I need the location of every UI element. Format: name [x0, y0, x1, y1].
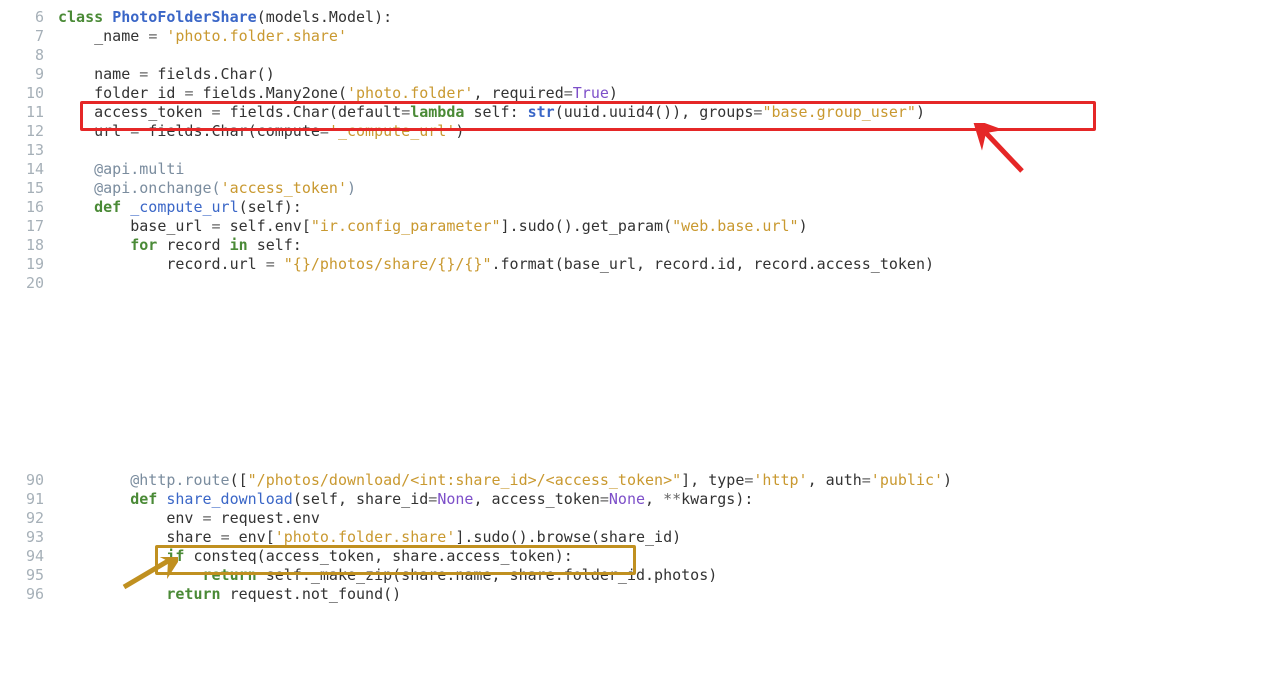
line-number: 91: [0, 490, 58, 509]
line-number: 18: [0, 236, 58, 255]
code-text: def share_download(self, share_id=None, …: [58, 490, 1284, 509]
code-line: 94 if consteq(access_token, share.access…: [0, 547, 1284, 566]
code-line: 16 def _compute_url(self):: [0, 198, 1284, 217]
code-text: folder_id = fields.Many2one('photo.folde…: [58, 84, 1284, 103]
code-text: def _compute_url(self):: [58, 198, 1284, 217]
line-number: 6: [0, 8, 58, 27]
line-number: 92: [0, 509, 58, 528]
code-line: 12 url = fields.Char(compute='_compute_u…: [0, 122, 1284, 141]
code-line: 18 for record in self:: [0, 236, 1284, 255]
code-line: 17 base_url = self.env["ir.config_parame…: [0, 217, 1284, 236]
line-number: 14: [0, 160, 58, 179]
code-line: 90 @http.route(["/photos/download/<int:s…: [0, 471, 1284, 490]
code-line: 7 _name = 'photo.folder.share': [0, 27, 1284, 46]
code-text: for record in self:: [58, 236, 1284, 255]
line-number: 19: [0, 255, 58, 274]
code-text: env = request.env: [58, 509, 1284, 528]
line-number: 20: [0, 274, 58, 293]
code-text: @api.onchange('access_token'): [58, 179, 1284, 198]
code-block-2: 90 @http.route(["/photos/download/<int:s…: [0, 463, 1284, 685]
code-line: 13: [0, 141, 1284, 160]
code-line: 93 share = env['photo.folder.share'].sud…: [0, 528, 1284, 547]
line-number: 8: [0, 46, 58, 65]
code-text: @api.multi: [58, 160, 1284, 179]
line-number: 15: [0, 179, 58, 198]
code-line: 19 record.url = "{}/photos/share/{}/{}".…: [0, 255, 1284, 274]
code-text: class PhotoFolderShare(models.Model):: [58, 8, 1284, 27]
line-number: 12: [0, 122, 58, 141]
line-number: 11: [0, 103, 58, 122]
line-number: 94: [0, 547, 58, 566]
code-text: base_url = self.env["ir.config_parameter…: [58, 217, 1284, 236]
code-text: _name = 'photo.folder.share': [58, 27, 1284, 46]
code-line: 91 def share_download(self, share_id=Non…: [0, 490, 1284, 509]
line-number: 16: [0, 198, 58, 217]
code-line: 95 return self._make_zip(share.name, sha…: [0, 566, 1284, 585]
code-block-1: 6class PhotoFolderShare(models.Model):7 …: [0, 0, 1284, 393]
code-text: return self._make_zip(share.name, share.…: [58, 566, 1284, 585]
line-number: 10: [0, 84, 58, 103]
code-text: url = fields.Char(compute='_compute_url'…: [58, 122, 1284, 141]
code-line: 8: [0, 46, 1284, 65]
code-text: if consteq(access_token, share.access_to…: [58, 547, 1284, 566]
line-number: 90: [0, 471, 58, 490]
line-number: 13: [0, 141, 58, 160]
code-text: share = env['photo.folder.share'].sudo()…: [58, 528, 1284, 547]
code-line: 11 access_token = fields.Char(default=la…: [0, 103, 1284, 122]
code-text: access_token = fields.Char(default=lambd…: [58, 103, 1284, 122]
code-line: 10 folder_id = fields.Many2one('photo.fo…: [0, 84, 1284, 103]
line-number: 17: [0, 217, 58, 236]
code-text: record.url = "{}/photos/share/{}/{}".for…: [58, 255, 1284, 274]
line-number: 95: [0, 566, 58, 585]
line-number: 7: [0, 27, 58, 46]
code-line: 6class PhotoFolderShare(models.Model):: [0, 8, 1284, 27]
code-text: name = fields.Char(): [58, 65, 1284, 84]
code-line: 92 env = request.env: [0, 509, 1284, 528]
line-number: 9: [0, 65, 58, 84]
code-line: 9 name = fields.Char(): [0, 65, 1284, 84]
code-line: 14 @api.multi: [0, 160, 1284, 179]
code-line: 20: [0, 274, 1284, 293]
line-number: 93: [0, 528, 58, 547]
code-text: @http.route(["/photos/download/<int:shar…: [58, 471, 1284, 490]
code-line: 15 @api.onchange('access_token'): [0, 179, 1284, 198]
